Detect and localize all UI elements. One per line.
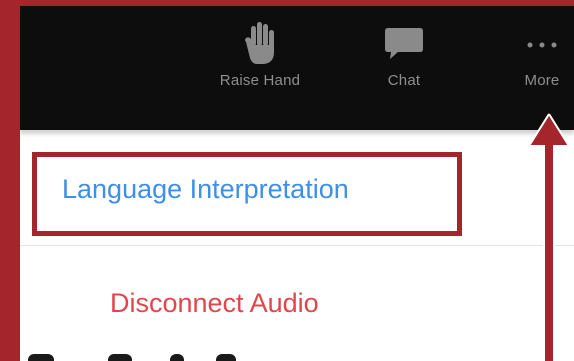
annotation-arrow xyxy=(527,113,571,361)
screenshot-root: { "toolbar": { "raise_hand_label": "Rais… xyxy=(0,0,574,361)
zoom-app-window: Raise Hand Chat More Language Interpreta… xyxy=(20,6,574,361)
